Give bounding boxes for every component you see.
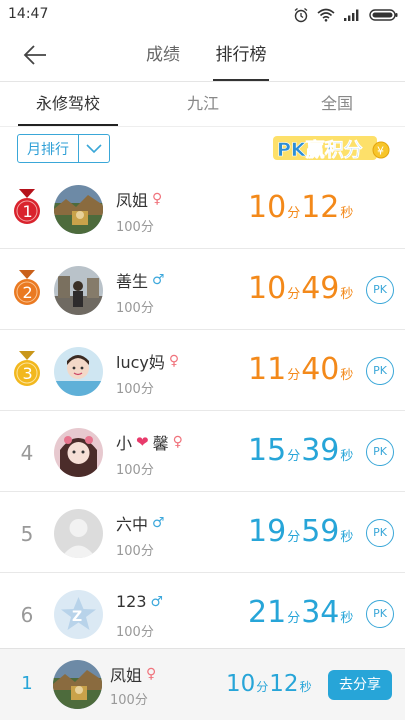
pk-earn-points-banner[interactable]: PK赢积分 ¥ <box>271 133 391 163</box>
pk-banner-text: PK赢积分 <box>277 138 363 161</box>
completion-time: 10 分 12 秒 <box>248 190 354 225</box>
pk-button[interactable]: PK <box>366 600 394 628</box>
ranking-row[interactable]: 6 Z 123 ♂ 100分 21 分 34 秒 PK <box>0 573 405 654</box>
pk-button[interactable]: PK <box>366 519 394 547</box>
back-button[interactable] <box>18 40 52 70</box>
orange-medal-icon: 2 <box>14 270 40 305</box>
male-icon: ♂ <box>152 515 165 531</box>
user-score: 100分 <box>116 544 154 559</box>
male-icon: ♂ <box>150 593 164 610</box>
scope-tab-school[interactable]: 永修驾校 <box>18 82 118 126</box>
my-rank-number: 1 <box>21 673 33 694</box>
svg-text:3: 3 <box>23 364 33 383</box>
my-rank-bar: 1 凤姐 ♀ 100分 10 分 12 秒 去分享 <box>0 648 405 720</box>
scope-tabs: 永修驾校 九江 全国 <box>0 82 405 126</box>
user-score: 100分 <box>116 382 154 397</box>
tab-ranking[interactable]: 排行榜 <box>209 30 273 81</box>
my-name: 凤姐 ♀ <box>110 666 157 685</box>
user-name: 善生 ♂ <box>116 272 165 291</box>
scope-tab-national[interactable]: 全国 <box>302 82 372 126</box>
status-icons <box>293 6 399 24</box>
avatar[interactable] <box>54 185 103 234</box>
status-bar: 14:47 <box>0 0 405 30</box>
female-icon: ♀ <box>172 434 183 450</box>
my-score: 100分 <box>110 693 148 708</box>
tab-scores[interactable]: 成绩 <box>133 30 193 81</box>
pk-button[interactable]: PK <box>366 357 394 385</box>
user-score: 100分 <box>116 220 154 235</box>
ranking-row[interactable]: 1 凤姐 ♀ 100分 10 分 12 秒 <box>0 168 405 249</box>
alarm-icon <box>294 7 308 23</box>
ranking-row[interactable]: 5 六中 ♂ 100分 19 分 59 秒 PK <box>0 492 405 573</box>
user-score: 100分 <box>116 463 154 478</box>
user-score: 100分 <box>116 625 154 640</box>
female-icon: ♀ <box>146 666 157 682</box>
battery-icon <box>369 9 398 21</box>
default-avatar[interactable] <box>54 509 103 558</box>
heart-icon: ❤ <box>136 433 149 451</box>
status-time: 14:47 <box>8 6 49 22</box>
top-nav: 成绩 排行榜 <box>0 30 405 82</box>
user-name: 凤姐 ♀ <box>116 191 163 210</box>
period-dropdown[interactable]: 月排行 <box>17 134 110 163</box>
back-arrow-icon <box>23 45 46 65</box>
my-avatar[interactable] <box>53 660 102 709</box>
svg-text:¥: ¥ <box>377 145 384 158</box>
my-completion-time: 10 分 12 秒 <box>226 671 312 697</box>
ranking-row[interactable]: 4 小 ❤ 馨 ♀ 100分 15 分 39 秒 PK <box>0 411 405 492</box>
completion-time: 11 分 40 秒 <box>248 352 354 387</box>
ranking-row[interactable]: 2 善生 ♂ 100分 10 分 49 秒 PK <box>0 249 405 330</box>
avatar[interactable]: Z <box>54 590 103 639</box>
avatar[interactable] <box>54 266 103 315</box>
completion-time: 19 分 59 秒 <box>248 514 354 549</box>
signal-icon <box>344 9 359 21</box>
rank-number: 4 <box>20 441 34 465</box>
completion-time: 15 分 39 秒 <box>248 433 354 468</box>
user-score: 100分 <box>116 301 154 316</box>
female-icon: ♀ <box>168 353 180 369</box>
red-medal-icon: 1 <box>14 189 40 224</box>
rank-number: 6 <box>20 603 34 627</box>
ranking-row[interactable]: 3 lucy妈 ♀ 100分 11 分 40 秒 PK <box>0 330 405 411</box>
svg-text:2: 2 <box>23 283 33 302</box>
period-dropdown-label: 月排行 <box>27 141 69 158</box>
completion-time: 21 分 34 秒 <box>248 595 354 630</box>
user-name: 小 ❤ 馨 ♀ <box>116 433 183 453</box>
female-icon: ♀ <box>152 191 163 207</box>
pk-button[interactable]: PK <box>366 438 394 466</box>
share-button[interactable]: 去分享 <box>328 670 392 700</box>
user-name: 六中 ♂ <box>116 515 165 534</box>
avatar[interactable] <box>54 347 103 396</box>
rank-number: 5 <box>20 522 34 546</box>
gold-medal-icon: 3 <box>14 351 40 386</box>
male-icon: ♂ <box>152 272 165 288</box>
user-name: lucy妈 ♀ <box>116 353 180 372</box>
wifi-icon <box>317 8 335 22</box>
chevron-down-icon <box>79 143 109 154</box>
pk-button[interactable]: PK <box>366 276 394 304</box>
svg-text:Z: Z <box>72 609 82 625</box>
svg-text:1: 1 <box>23 202 33 221</box>
completion-time: 10 分 49 秒 <box>248 271 354 306</box>
avatar[interactable] <box>54 428 103 477</box>
user-name: 123 ♂ <box>116 592 164 611</box>
scope-tab-city[interactable]: 九江 <box>168 82 238 126</box>
